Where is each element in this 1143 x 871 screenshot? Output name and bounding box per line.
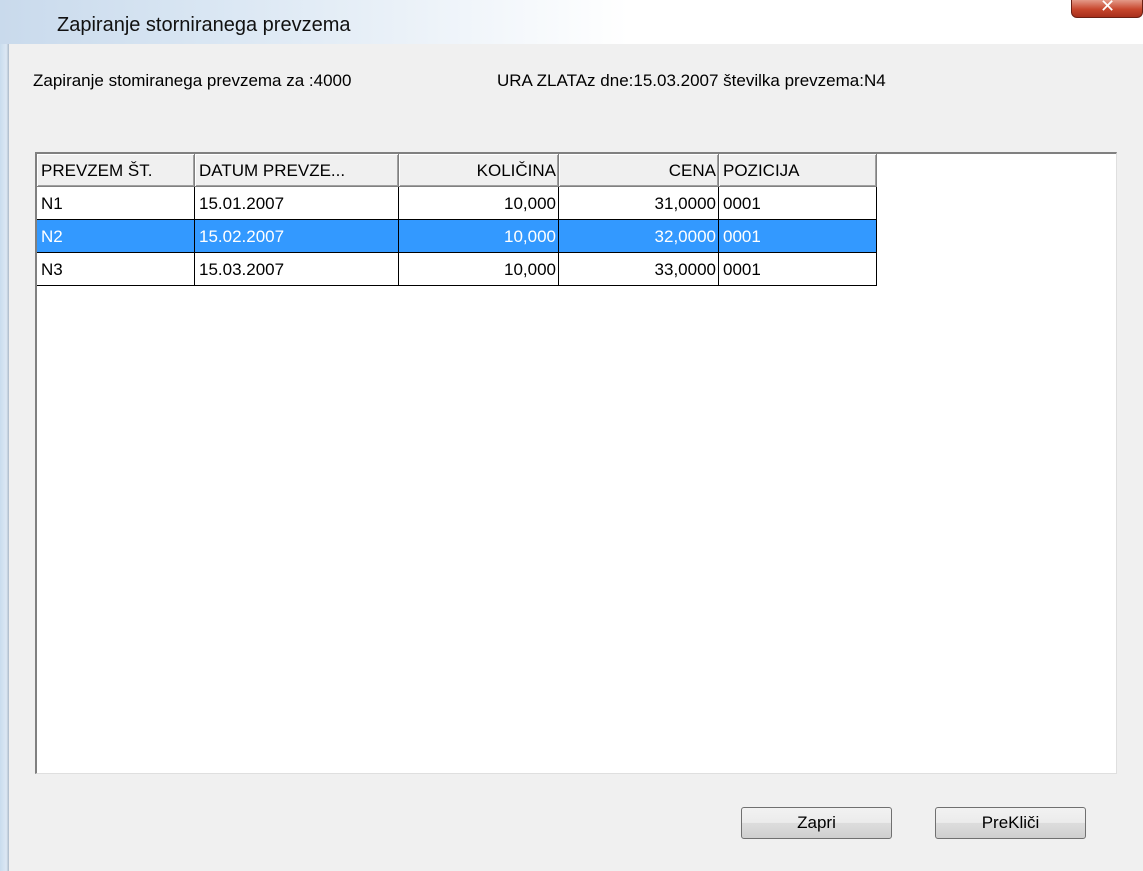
cancel-button[interactable]: PreKliči	[935, 807, 1086, 839]
info-details: URA ZLATAz dne:15.03.2007 številka prevz…	[497, 71, 886, 90]
header-cena[interactable]: CENA	[559, 154, 719, 187]
close-button[interactable]: Zapri	[741, 807, 892, 839]
title-bar[interactable]: Zapiranje storniranega prevzema ✕	[0, 0, 1143, 44]
info-label: Zapiranje stomiranega prevzema za :4000	[33, 71, 352, 90]
cell-kolicina: 10,000	[399, 253, 559, 286]
cell-kolicina: 10,000	[399, 220, 559, 253]
header-prevzem-st[interactable]: PREVZEM ŠT.	[37, 154, 195, 187]
dialog-window: Zapiranje storniranega prevzema ✕ Zapira…	[0, 0, 1143, 871]
cell-cena: 32,0000	[559, 220, 719, 253]
cell-datum: 15.03.2007	[195, 253, 399, 286]
close-icon: ✕	[1100, 0, 1116, 17]
header-pozicija[interactable]: POZICIJA	[719, 154, 877, 187]
grid-header-row: PREVZEM ŠT. DATUM PREVZE... KOLIČINA CEN…	[37, 154, 877, 187]
table-row[interactable]: N1 15.01.2007 10,000 31,0000 0001	[37, 187, 877, 220]
table-row-selected[interactable]: N2 15.02.2007 10,000 32,0000 0001	[37, 220, 877, 253]
cell-prevzem-st: N1	[37, 187, 195, 220]
cell-datum: 15.02.2007	[195, 220, 399, 253]
close-window-button[interactable]: ✕	[1071, 0, 1143, 18]
cell-cena: 33,0000	[559, 253, 719, 286]
cell-prevzem-st: N2	[37, 220, 195, 253]
header-kolicina[interactable]: KOLIČINA	[399, 154, 559, 187]
cell-pozicija: 0001	[719, 220, 877, 253]
cell-pozicija: 0001	[719, 187, 877, 220]
window-frame-left	[0, 44, 9, 871]
cell-prevzem-st: N3	[37, 253, 195, 286]
cell-pozicija: 0001	[719, 253, 877, 286]
cell-datum: 15.01.2007	[195, 187, 399, 220]
cell-kolicina: 10,000	[399, 187, 559, 220]
window-title: Zapiranje storniranega prevzema	[57, 14, 351, 36]
header-datum-prevzema[interactable]: DATUM PREVZE...	[195, 154, 399, 187]
table-row[interactable]: N3 15.03.2007 10,000 33,0000 0001	[37, 253, 877, 286]
cell-cena: 31,0000	[559, 187, 719, 220]
receipts-grid[interactable]: PREVZEM ŠT. DATUM PREVZE... KOLIČINA CEN…	[35, 152, 1117, 774]
